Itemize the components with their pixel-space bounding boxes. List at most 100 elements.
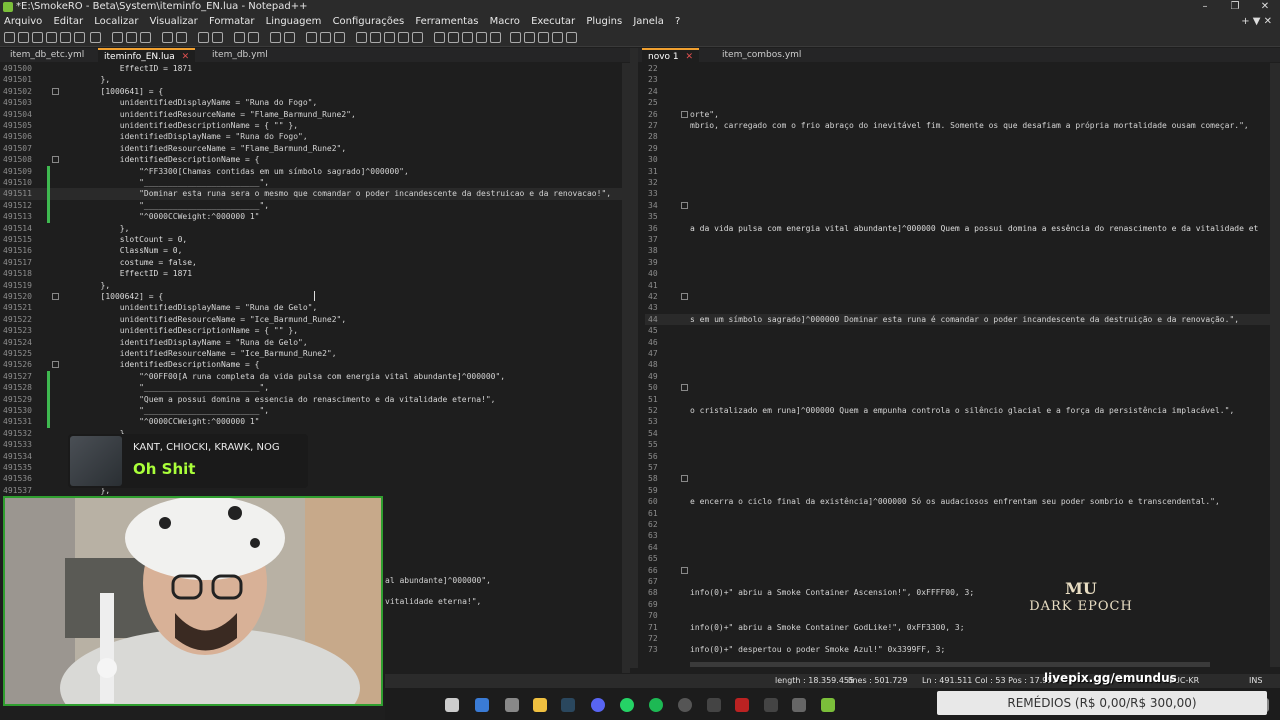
spell-check-icon[interactable] [510, 32, 521, 43]
code-line[interactable]: 491505 unidentifiedDescriptionName = { "… [0, 120, 630, 131]
stop-macro-icon[interactable] [448, 32, 459, 43]
open-file-icon[interactable] [18, 32, 29, 43]
gallery-icon[interactable] [792, 698, 806, 712]
code-line[interactable]: 24 [645, 86, 1270, 97]
undo-icon[interactable] [162, 32, 173, 43]
code-line[interactable]: 491521 unidentifiedDisplayName = "Runa d… [0, 302, 630, 313]
code-line[interactable]: 39 [645, 257, 1270, 268]
code-line[interactable]: 491522 unidentifiedResourceName = "Ice_B… [0, 314, 630, 325]
save-macro-icon[interactable] [490, 32, 501, 43]
code-line[interactable]: 491528 "________________________", [0, 382, 630, 394]
code-line[interactable]: 491516 ClassNum = 0, [0, 245, 630, 256]
menu-formatar[interactable]: Formatar [205, 14, 258, 29]
code-line[interactable]: 32 [645, 177, 1270, 188]
code-line[interactable]: 27 mbrio, carregado com o frio abraço do … [645, 120, 1270, 131]
taskview-icon[interactable] [445, 698, 459, 712]
code-line[interactable]: 50 [645, 382, 1270, 393]
code-line[interactable]: 491514 }, [0, 223, 630, 234]
compare-options-icon[interactable] [566, 32, 577, 43]
zoom-in-icon[interactable] [234, 32, 245, 43]
code-line[interactable]: 46 [645, 337, 1270, 348]
settings-icon[interactable] [707, 698, 721, 712]
code-line[interactable]: 491506 identifiedDisplayName = "Runa do … [0, 131, 630, 142]
tab-item-combos[interactable]: item_combos.yml [716, 48, 807, 62]
play-macro-icon[interactable] [462, 32, 473, 43]
indent-guide-icon[interactable] [334, 32, 345, 43]
close-all-icon[interactable] [74, 32, 85, 43]
code-line[interactable]: 491520 [1000642] = { [0, 291, 630, 302]
fold-toggle-icon[interactable] [52, 361, 59, 369]
fold-toggle-icon[interactable] [52, 156, 59, 164]
code-line[interactable]: 26 orte", [645, 109, 1270, 120]
maximize-button[interactable]: ❐ [1220, 0, 1250, 14]
minimize-button[interactable]: – [1190, 0, 1220, 14]
menu-linguagem[interactable]: Linguagem [262, 14, 326, 29]
code-line[interactable]: 61 [645, 508, 1270, 519]
fold-toggle-icon[interactable] [681, 293, 688, 300]
code-line[interactable]: 29 [645, 143, 1270, 154]
menu-arquivo[interactable]: Arquivo [0, 14, 46, 29]
code-line[interactable]: 491507 identifiedResourceName = "Flame_B… [0, 143, 630, 154]
code-line[interactable]: 31 [645, 166, 1270, 177]
sync-scroll-h-icon[interactable] [284, 32, 295, 43]
tab-item-db[interactable]: item_db.yml [206, 48, 274, 62]
code-line[interactable]: 37 [645, 234, 1270, 245]
code-line[interactable]: 35 [645, 211, 1270, 222]
code-line[interactable]: 64 [645, 542, 1270, 553]
right-editor[interactable]: 22 23 24 25 26 orte", 27 mbrio, carregado com o… [645, 63, 1270, 667]
code-line[interactable]: 36 a da vida pulsa com energia vital abun… [645, 223, 1270, 234]
tab-novo-1[interactable]: novo 1 ✕ [642, 48, 700, 62]
code-line[interactable]: 491513 "^0000CCWeight:^000000 1" [0, 211, 630, 223]
code-line[interactable]: 22 [645, 63, 1270, 74]
run-macro-multiple-icon[interactable] [476, 32, 487, 43]
close-file-icon[interactable] [60, 32, 71, 43]
spotify-icon[interactable] [649, 698, 663, 712]
close-button[interactable]: ✕ [1250, 0, 1280, 14]
code-line[interactable]: 491504 unidentifiedResourceName = "Flame… [0, 109, 630, 120]
code-line[interactable]: 38 [645, 245, 1270, 256]
code-line[interactable]: 30 [645, 154, 1270, 165]
record-macro-icon[interactable] [434, 32, 445, 43]
new-file-icon[interactable] [4, 32, 15, 43]
code-line[interactable]: 58 [645, 473, 1270, 484]
word-wrap-icon[interactable] [306, 32, 317, 43]
code-line[interactable]: 66 [645, 565, 1270, 576]
code-line[interactable]: 491508 identifiedDescriptionName = { [0, 154, 630, 165]
close-tab-icon[interactable]: ✕ [182, 52, 190, 62]
menu-configuracoes[interactable]: Configurações [329, 14, 409, 29]
menu-ferramentas[interactable]: Ferramentas [411, 14, 482, 29]
code-line[interactable]: 491525 identifiedResourceName = "Ice_Bar… [0, 348, 630, 359]
netflix-icon[interactable] [735, 698, 749, 712]
plugin-icon[interactable] [538, 32, 549, 43]
code-line[interactable]: 63 [645, 530, 1270, 541]
menu-macro[interactable]: Macro [486, 14, 524, 29]
code-line[interactable]: 491503 unidentifiedDisplayName = "Runa d… [0, 97, 630, 108]
code-line[interactable]: 60 e encerra o ciclo final da existência]… [645, 496, 1270, 507]
tab-item-db-etc[interactable]: item_db_etc.yml [4, 48, 90, 62]
doc-map-icon[interactable] [370, 32, 381, 43]
fold-toggle-icon[interactable] [52, 293, 59, 300]
code-line[interactable]: 68 info(0)+" abriu a Smoke Container Asce… [645, 587, 1270, 598]
code-line[interactable]: 491531 "^0000CCWeight:^000000 1" [0, 416, 630, 428]
code-line[interactable]: 45 [645, 325, 1270, 336]
app-icon[interactable] [475, 698, 489, 712]
code-line[interactable]: 57 [645, 462, 1270, 473]
code-line[interactable]: 491500 EffectID = 1871 [0, 63, 630, 74]
code-line[interactable]: 41 [645, 280, 1270, 291]
fold-toggle-icon[interactable] [681, 475, 688, 483]
code-line[interactable]: 25 [645, 97, 1270, 108]
extension-icon[interactable] [764, 698, 778, 712]
code-line[interactable]: 491501 }, [0, 74, 630, 85]
left-scrollbar[interactable] [622, 63, 630, 673]
code-line[interactable]: 491527 "^00FF00[A runa completa da vida … [0, 370, 630, 383]
save-icon[interactable] [32, 32, 43, 43]
code-line[interactable]: 48 [645, 359, 1270, 370]
menu-visualizar[interactable]: Visualizar [146, 14, 202, 29]
right-scrollbar[interactable] [1270, 63, 1280, 667]
code-line[interactable]: 491511 "Dominar esta runa sera o mesmo q… [0, 188, 630, 200]
code-line[interactable]: 65 [645, 553, 1270, 564]
code-line[interactable]: 69 [645, 599, 1270, 610]
print-icon[interactable] [90, 32, 101, 43]
udl-icon[interactable] [356, 32, 367, 43]
menu-localizar[interactable]: Localizar [90, 14, 142, 29]
